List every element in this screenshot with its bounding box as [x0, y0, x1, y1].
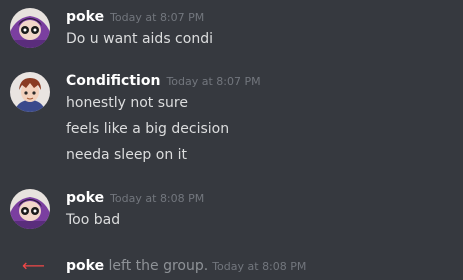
message-text: Do u want aids condi	[66, 31, 213, 47]
system-message-text: left the group.	[104, 258, 209, 274]
avatar-poke[interactable]	[10, 8, 50, 48]
message-text: needa sleep on it	[66, 147, 188, 163]
message-text: feels like a big decision	[66, 121, 230, 137]
message-timestamp: Today at 8:07 PM	[166, 75, 261, 88]
system-message: poke left the group. Today at 8:08 PM	[66, 257, 306, 276]
message-text: Too bad	[66, 212, 121, 228]
avatar-condifiction[interactable]	[10, 72, 50, 112]
author-name[interactable]: poke	[66, 190, 104, 206]
message-timestamp: Today at 8:08 PM	[110, 192, 205, 205]
message-author[interactable]: poke Today at 8:08 PM	[66, 189, 204, 208]
author-name[interactable]: Condifiction	[66, 73, 160, 89]
message-author[interactable]: Condifiction Today at 8:07 PM	[66, 72, 261, 91]
message-timestamp: Today at 8:07 PM	[110, 11, 205, 24]
chat-messages: poke Today at 8:07 PM Do u want aids cond…	[0, 0, 463, 280]
author-name[interactable]: poke	[66, 9, 104, 25]
system-timestamp: Today at 8:08 PM	[212, 260, 307, 273]
system-user-name[interactable]: poke	[66, 258, 104, 274]
message-author[interactable]: poke Today at 8:07 PM	[66, 8, 204, 27]
avatar-poke[interactable]	[10, 189, 50, 229]
leave-arrow-icon: ⟵	[22, 256, 45, 275]
message-text: honestly not sure	[66, 95, 188, 111]
